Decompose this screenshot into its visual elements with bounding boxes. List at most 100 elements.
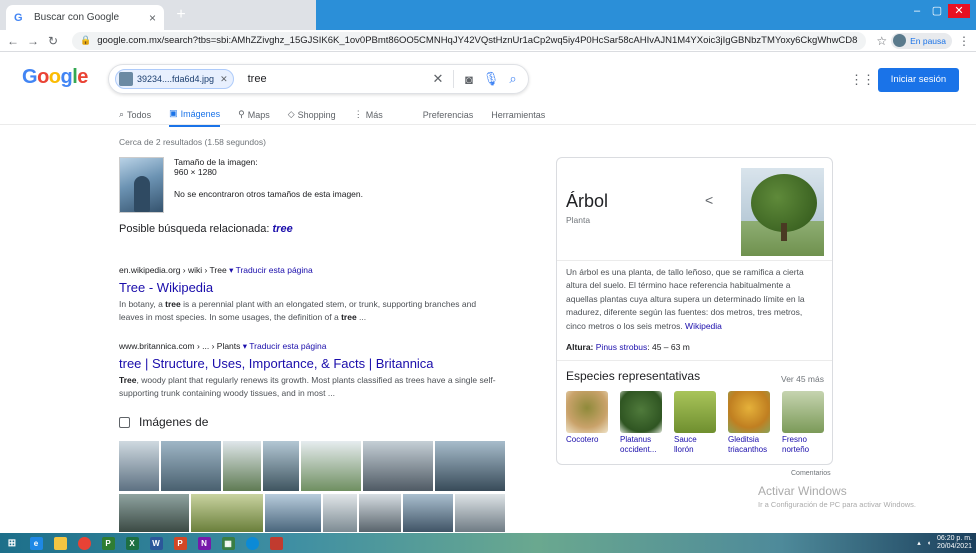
network-icon[interactable]: ▴: [917, 539, 921, 547]
species-image: [620, 391, 662, 433]
result-title-link[interactable]: Tree - Wikipedia: [119, 280, 499, 295]
new-tab-button[interactable]: +: [172, 6, 190, 24]
species-item[interactable]: Cocotero: [566, 391, 610, 445]
related-search: Posible búsqueda relacionada: tree: [119, 223, 293, 235]
kp-divider: [557, 360, 832, 361]
minimize-icon[interactable]: –: [908, 4, 926, 18]
image-size-value: 960 × 1280: [174, 167, 217, 177]
pinus-strobus-link[interactable]: Pinus strobus: [596, 342, 648, 352]
image-result[interactable]: [300, 440, 362, 492]
bookmark-star-icon[interactable]: ☆: [876, 34, 887, 48]
word-icon[interactable]: W: [144, 533, 168, 553]
tab-strip-background: [316, 0, 976, 30]
browser-tab-strip: G Buscar con Google × + – ▢ ✕: [0, 0, 976, 30]
microphone-icon[interactable]: 🎙: [480, 71, 502, 87]
kp-divider: [557, 260, 832, 261]
query-image-thumbnail[interactable]: [119, 157, 164, 213]
browser-tab-google[interactable]: G Buscar con Google ×: [6, 5, 164, 30]
search-icon[interactable]: ⌕: [502, 71, 524, 87]
result-stats: Cerca de 2 resultados (1.58 segundos): [119, 137, 266, 147]
share-icon[interactable]: <: [705, 192, 713, 208]
image-result[interactable]: [434, 440, 506, 492]
kp-title: Árbol: [566, 191, 609, 211]
image-result[interactable]: [160, 440, 222, 492]
excel-icon[interactable]: X: [120, 533, 144, 553]
chip-remove-icon[interactable]: ✕: [220, 74, 228, 85]
maximize-icon[interactable]: ▢: [928, 4, 946, 18]
edge-new-icon[interactable]: [240, 533, 264, 553]
search-box[interactable]: 39234....fda6d4.jpg ✕ tree ✕ ◙ 🎙 ⌕: [108, 64, 529, 94]
image-result[interactable]: [118, 493, 190, 533]
related-search-label: Posible búsqueda relacionada:: [119, 223, 270, 235]
image-result[interactable]: [190, 493, 264, 533]
see-more-link[interactable]: Ver 45 más: [781, 374, 824, 384]
kp-description: Un árbol es una planta, de tallo leñoso,…: [566, 267, 805, 331]
system-tray: ▴ ◖ 06:20 p. m. 20/04/2021: [917, 533, 972, 553]
tabs-divider: [0, 124, 976, 125]
feedback-link[interactable]: Comentarios: [791, 470, 831, 477]
taskbar-clock[interactable]: 06:20 p. m. 20/04/2021: [937, 535, 972, 551]
image-result[interactable]: [118, 440, 160, 492]
forward-arrow-icon[interactable]: →: [26, 34, 40, 48]
windows-start-icon[interactable]: ⊞: [0, 533, 24, 553]
tag-icon: ◇: [287, 109, 295, 119]
result-title-link[interactable]: tree | Structure, Uses, Importance, & Fa…: [119, 356, 499, 371]
camera-icon[interactable]: ◙: [458, 72, 480, 87]
result-snippet: Tree, woody plant that regularly renews …: [119, 375, 496, 398]
search-input[interactable]: tree: [248, 73, 427, 85]
image-result[interactable]: [264, 493, 322, 533]
species-image: [728, 391, 770, 433]
result-cite: en.wikipedia.org › wiki › Tree ▾ Traduci…: [119, 265, 313, 275]
chip-thumbnail: [119, 72, 133, 86]
powerpoint-icon[interactable]: P: [168, 533, 192, 553]
species-item[interactable]: Gleditsia triacanthos: [728, 391, 772, 455]
store-icon[interactable]: [264, 533, 288, 553]
url-text: google.com.mx/search?tbs=sbi:AMhZZivghz_…: [97, 35, 858, 46]
profile-avatar: [893, 34, 907, 47]
image-query-chip[interactable]: 39234....fda6d4.jpg ✕: [115, 69, 234, 89]
file-explorer-icon[interactable]: [48, 533, 72, 553]
edge-icon[interactable]: e: [24, 533, 48, 553]
activate-windows-subtext: Ir a Configuración de PC para activar Wi…: [758, 500, 916, 509]
address-bar[interactable]: 🔒 google.com.mx/search?tbs=sbi:AMhZZivgh…: [72, 31, 867, 50]
tab-close-icon[interactable]: ×: [149, 11, 156, 25]
google-logo[interactable]: Google: [22, 66, 88, 89]
image-result[interactable]: [322, 493, 358, 533]
search-icon: ⌕: [119, 109, 125, 119]
kp-tree-image[interactable]: [741, 168, 824, 256]
image-result[interactable]: [362, 440, 434, 492]
knowledge-panel: Árbol Planta < Un árbol es una planta, d…: [556, 157, 833, 477]
species-item[interactable]: Sauce llorón: [674, 391, 718, 455]
image-size-label: Tamaño de la imagen:: [174, 157, 258, 167]
chrome-icon[interactable]: [72, 533, 96, 553]
species-item[interactable]: Platanus occident...: [620, 391, 664, 455]
calculator-icon[interactable]: ▦: [216, 533, 240, 553]
lock-icon[interactable]: 🔒: [80, 35, 91, 46]
image-result[interactable]: [262, 440, 300, 492]
related-search-link[interactable]: tree: [273, 223, 293, 235]
profile-button[interactable]: En pausa: [891, 32, 952, 49]
kp-height: Altura: Pinus strobus: 45 – 63 m: [566, 342, 690, 352]
species-heading: Especies representativas: [566, 369, 701, 383]
translate-link[interactable]: ▾ Traducir esta página: [229, 265, 313, 275]
result-cite: www.britannica.com › ... › Plants ▾ Trad…: [119, 341, 327, 351]
image-result[interactable]: [222, 440, 262, 492]
profile-label: En pausa: [910, 35, 946, 46]
window-close-icon[interactable]: ✕: [948, 4, 970, 18]
chrome-menu-icon[interactable]: ⋮: [958, 34, 970, 48]
project-icon[interactable]: P: [96, 533, 120, 553]
volume-icon[interactable]: ◖: [927, 540, 931, 547]
clear-icon[interactable]: ✕: [427, 71, 449, 87]
translate-link[interactable]: ▾ Traducir esta página: [243, 341, 327, 351]
onenote-icon[interactable]: N: [192, 533, 216, 553]
back-arrow-icon[interactable]: ←: [6, 34, 20, 48]
image-result[interactable]: [358, 493, 402, 533]
reload-icon[interactable]: ↻: [46, 34, 60, 48]
sign-in-button[interactable]: Iniciar sesión: [878, 68, 959, 92]
species-item[interactable]: Fresno norteño: [782, 391, 826, 455]
image-icon: [119, 416, 130, 428]
image-result[interactable]: [402, 493, 454, 533]
wikipedia-link[interactable]: Wikipedia: [685, 321, 722, 331]
image-result[interactable]: [454, 493, 506, 533]
more-dots-icon: ⋮: [353, 109, 363, 119]
